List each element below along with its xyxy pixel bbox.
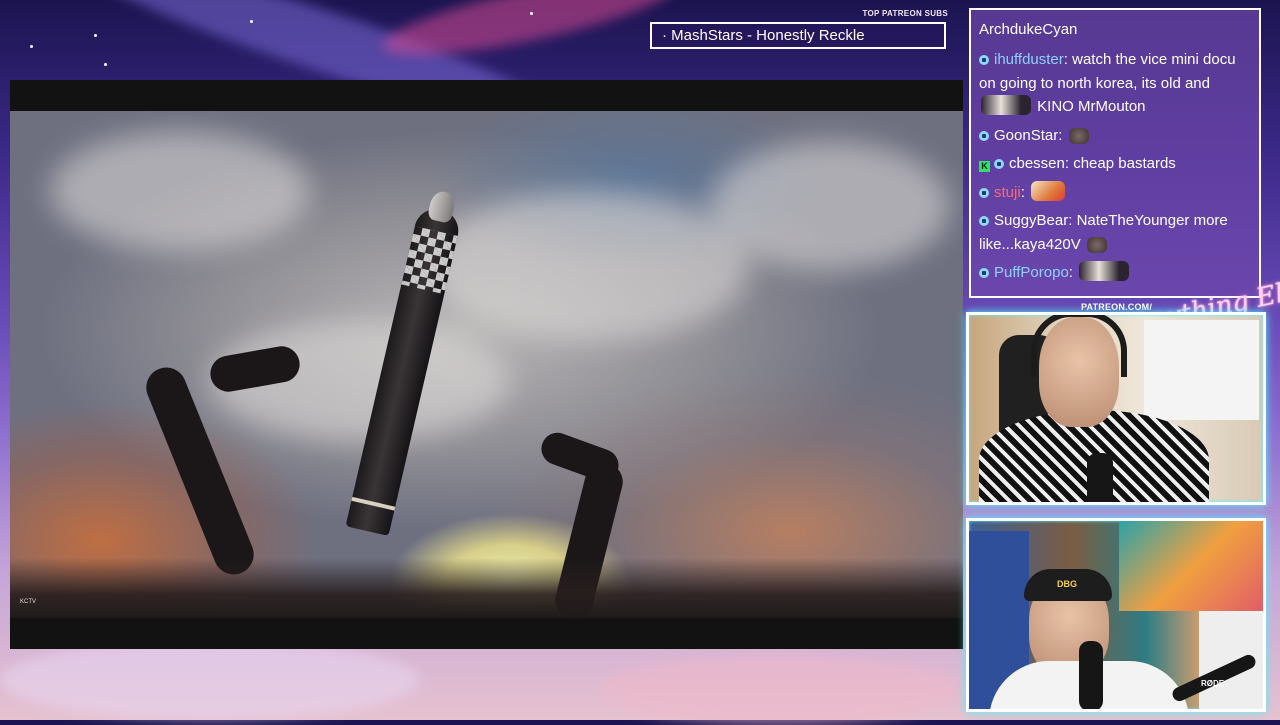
chat-username[interactable]: cbessen [1009,155,1065,172]
background-star [94,34,97,37]
chat-separator: : [1064,155,1074,172]
video-player[interactable]: KCTV [10,80,963,649]
subscriber-badge-icon [979,216,989,226]
cap-logo: DBG [1057,579,1077,589]
chat-header-user: ArchdukeCyan [979,21,1078,38]
chat-message-list: ihuffduster: watch the vice mini docu on… [979,48,1251,285]
microphone-icon [1087,453,1113,502]
smoke-cloud [710,141,950,271]
chat-separator: : [1020,183,1030,201]
dresser [1144,320,1259,420]
subscriber-badge-icon [994,159,1004,169]
kick-badge-icon: K [979,161,990,172]
chat-username[interactable]: ihuffduster [994,51,1064,68]
chat-username[interactable]: GoonStar [994,127,1058,144]
chat-username[interactable]: stuji [994,184,1021,201]
chat-separator: : [1063,51,1073,68]
smoke-cloud [50,131,310,251]
patreon-subs-ticker: · MashStars - Honestly Reckle [650,22,946,49]
chat-emote-icon [1068,127,1089,144]
missile-nose [426,189,457,224]
chat-emote-icon [1079,261,1130,281]
background-streak [0,640,420,720]
chat-username[interactable]: PuffPoropo [994,264,1069,281]
chat-text: cheap bastards [1073,155,1176,172]
chat-username[interactable]: SuggyBear [994,212,1068,229]
chat-message: ihuffduster: watch the vice mini docu on… [979,48,1251,119]
chat-separator: : [1068,212,1077,229]
background-star [104,63,107,66]
chat-separator: : [1058,126,1067,144]
wall-mural [1119,521,1263,611]
background-streak [600,655,960,725]
subscriber-badge-icon [979,268,989,278]
microphone-icon [1079,641,1103,709]
subscriber-badge-icon [979,130,989,141]
missile-band [351,496,396,511]
chat-emote-icon [1031,180,1066,201]
guest-webcam: DBG RØDE [966,518,1266,712]
streamer-webcam [966,312,1266,505]
chat-emote-icon [981,95,1031,115]
smoke-cloud [430,191,750,341]
chat-text: KINO MrMouton [1033,98,1146,115]
headphones-icon [1031,315,1127,377]
subscriber-badge-icon [979,55,989,65]
mic-brand: RØDE [1201,679,1225,688]
chat-message: stuji: [979,180,1251,205]
launch-ground [10,558,963,618]
background-star [30,45,33,48]
chat-message: Kcbessen: cheap bastards [979,152,1251,176]
chat-message: SuggyBear: NateTheYounger more like...ka… [979,209,1251,256]
chat-message: GoonStar: [979,124,1251,148]
kctv-watermark: KCTV [20,599,37,605]
background-star [250,20,253,23]
chat-separator: : [1068,264,1078,281]
chat-panel[interactable]: ArchdukeCyan ihuffduster: watch the vice… [969,8,1261,298]
top-patreon-subs-label: TOP PATREON SUBS [862,9,948,18]
background-star [530,12,533,15]
video-content[interactable]: KCTV [10,111,963,618]
subscriber-badge-icon [979,187,989,198]
chat-emote-icon [1086,236,1107,253]
launcher-arm-right-head [536,428,624,486]
chat-message: PuffPoropo: [979,261,1251,285]
